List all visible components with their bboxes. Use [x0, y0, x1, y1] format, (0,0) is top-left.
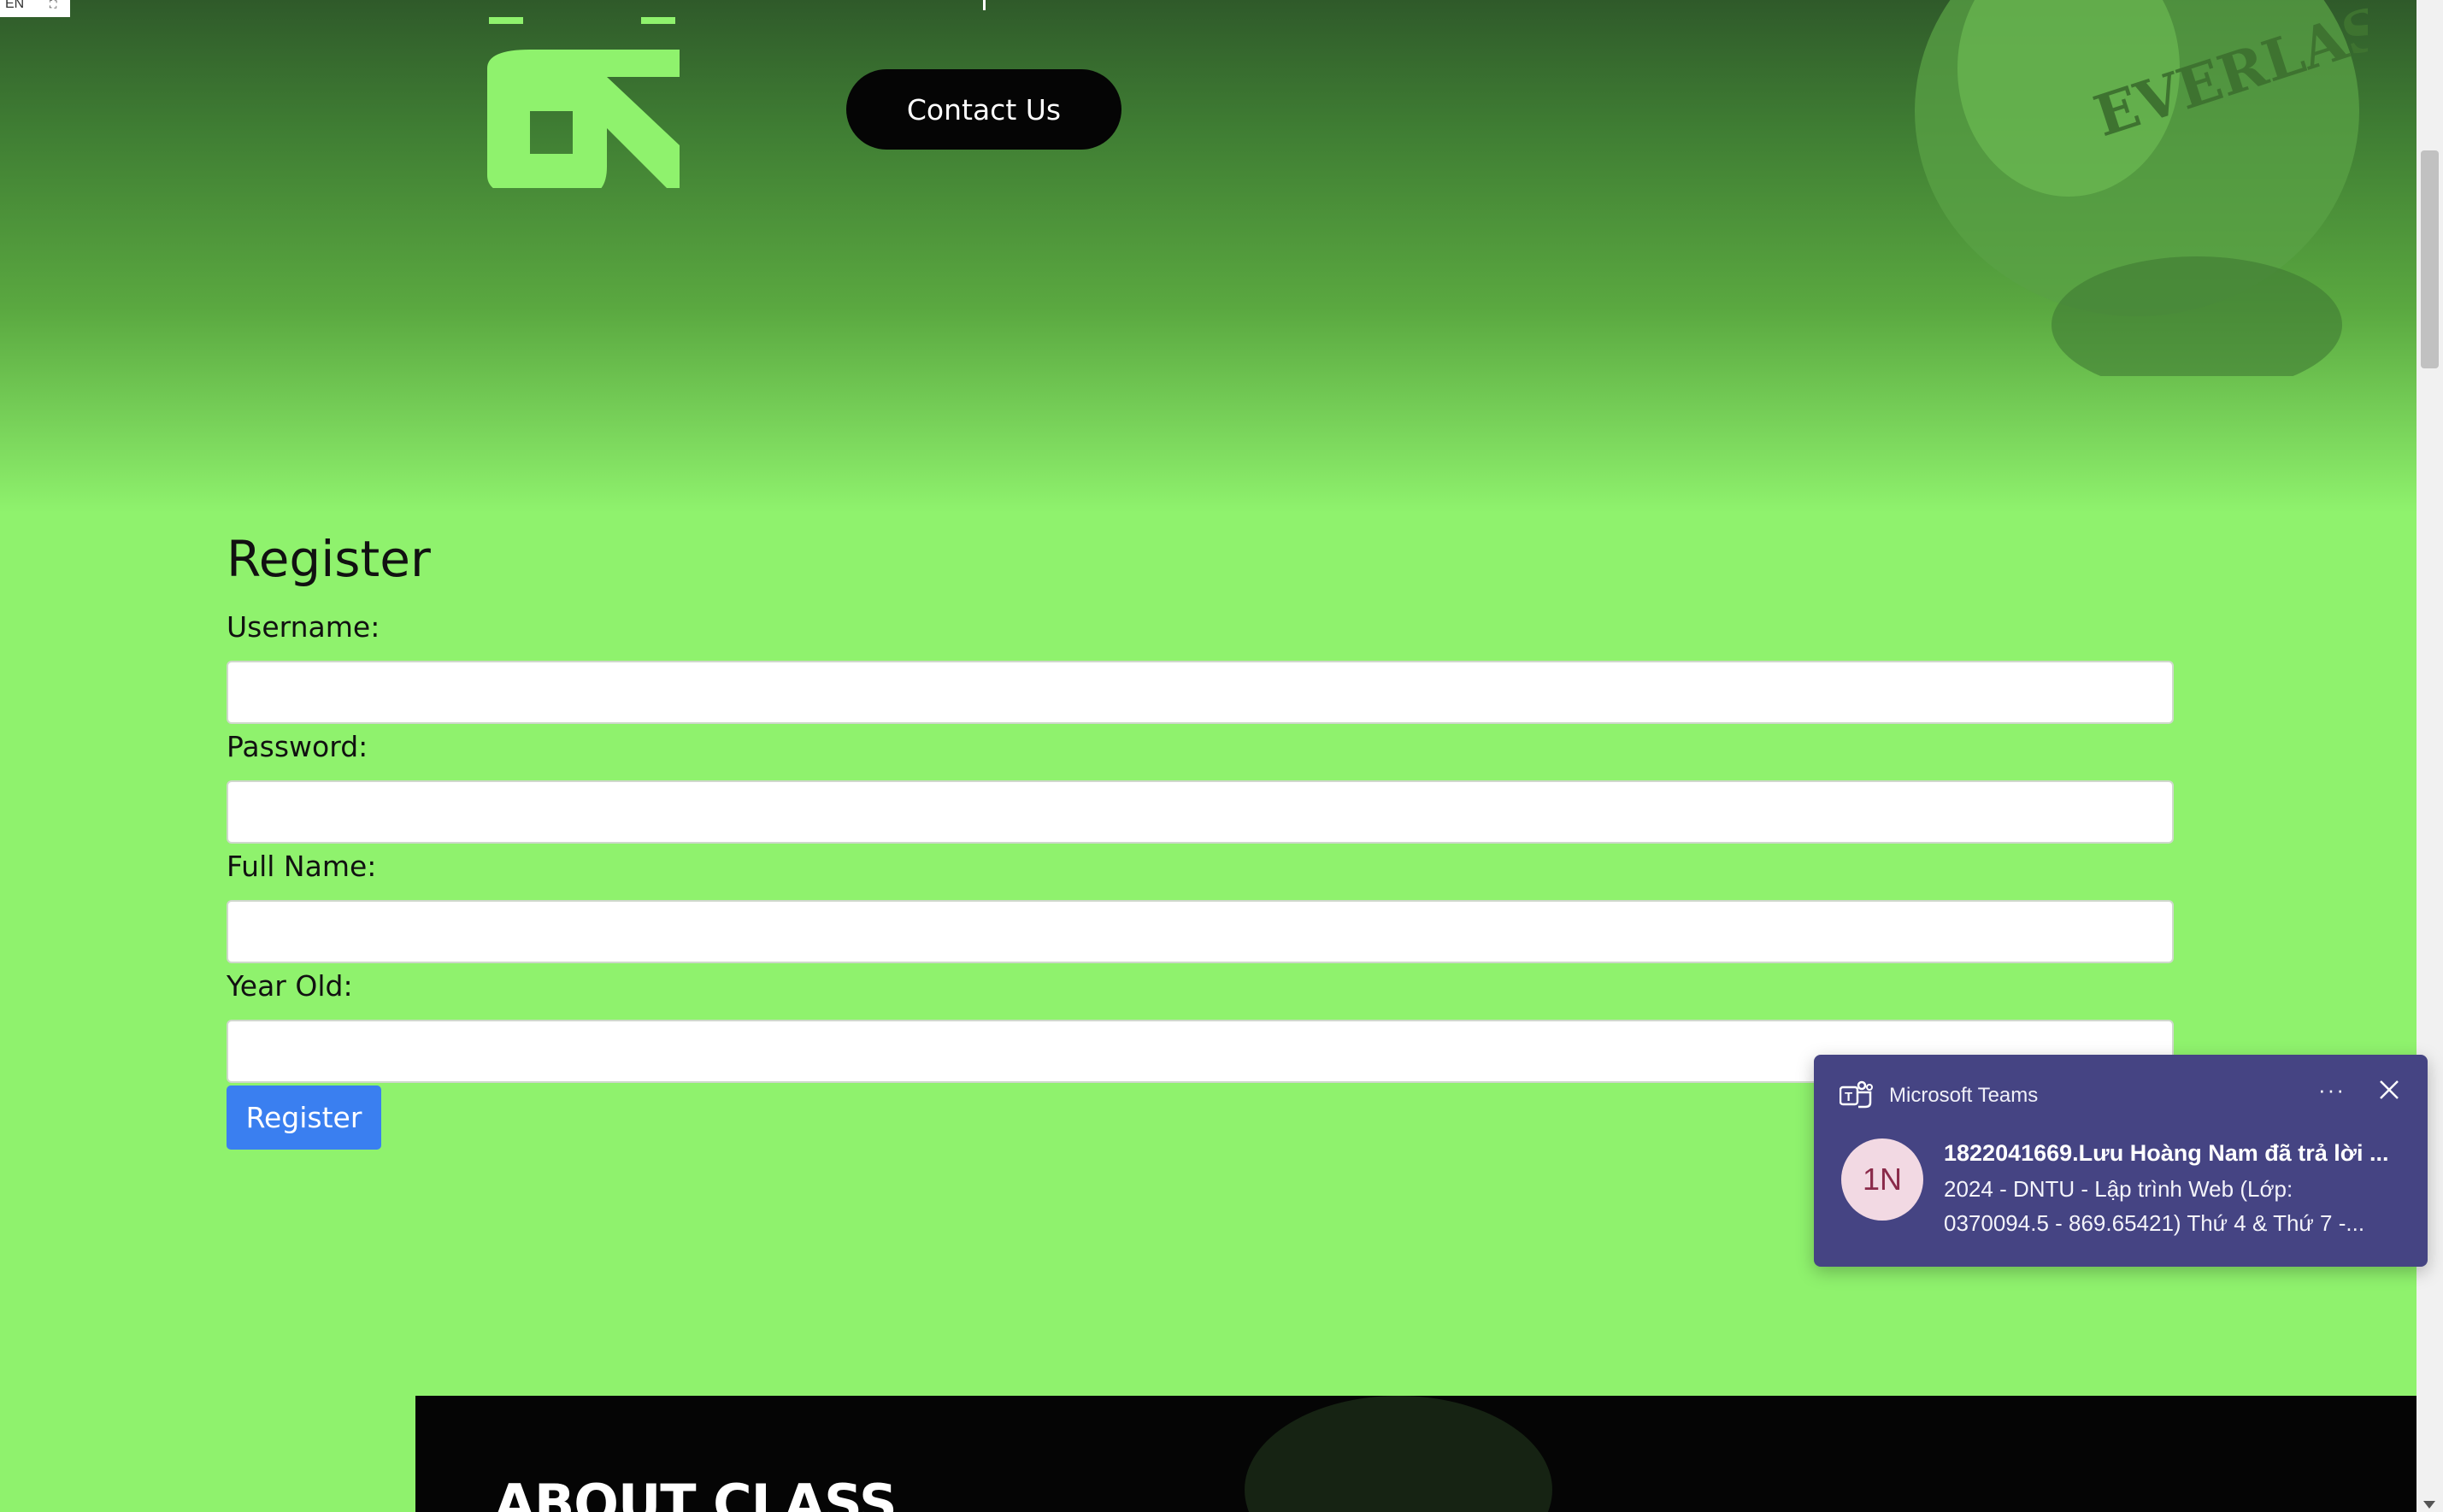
page-scrollbar[interactable] [2417, 0, 2443, 1512]
scroll-down-arrow-icon[interactable] [2423, 1501, 2435, 1509]
expand-icon: ⛶ [50, 0, 57, 10]
language-code: EN [5, 0, 25, 11]
full-name-input[interactable] [227, 900, 2174, 963]
svg-text:T: T [1845, 1090, 1852, 1104]
close-icon[interactable] [2378, 1079, 2400, 1101]
notification-sender: 1822041669.Lưu Hoàng Nam đã trả lời ... [1944, 1140, 2389, 1166]
contact-us-button[interactable]: Contact Us [846, 69, 1121, 150]
teams-notification[interactable]: T Microsoft Teams ··· 1N 1822041669.Lưu … [1814, 1055, 2428, 1267]
about-class-section: ABOUT CLASS [415, 1396, 2417, 1512]
hero-section: EVERLAST. [0, 0, 2417, 513]
password-input[interactable] [227, 780, 2174, 844]
register-title: Register [227, 530, 431, 588]
password-label: Password: [227, 730, 368, 763]
avatar: 1N [1841, 1138, 1923, 1221]
username-input[interactable] [227, 661, 2174, 724]
username-label: Username: [227, 610, 380, 644]
notification-message-line-1: 2024 - DNTU - Lập trình Web (Lớp: [1944, 1176, 2293, 1202]
language-indicator[interactable]: EN ⛶ [0, 0, 70, 17]
more-dots-icon[interactable]: ··· [2318, 1077, 2346, 1103]
notification-message-line-2: 0370094.5 - 869.65421) Thứ 4 & Thứ 7 -..… [1944, 1210, 2365, 1236]
notification-app-name: Microsoft Teams [1889, 1084, 2039, 1107]
hero-logo-letter [487, 17, 680, 188]
register-button[interactable]: Register [227, 1085, 381, 1150]
boxing-glove-image: EVERLAST. [1915, 0, 2368, 376]
text-cursor [983, 0, 986, 10]
full-name-label: Full Name: [227, 850, 377, 883]
teams-icon: T [1840, 1080, 1873, 1109]
scrollbar-thumb[interactable] [2421, 150, 2439, 368]
about-background-image [1245, 1396, 1552, 1512]
about-class-title: ABOUT CLASS [494, 1473, 898, 1512]
year-old-label: Year Old: [227, 969, 353, 1003]
